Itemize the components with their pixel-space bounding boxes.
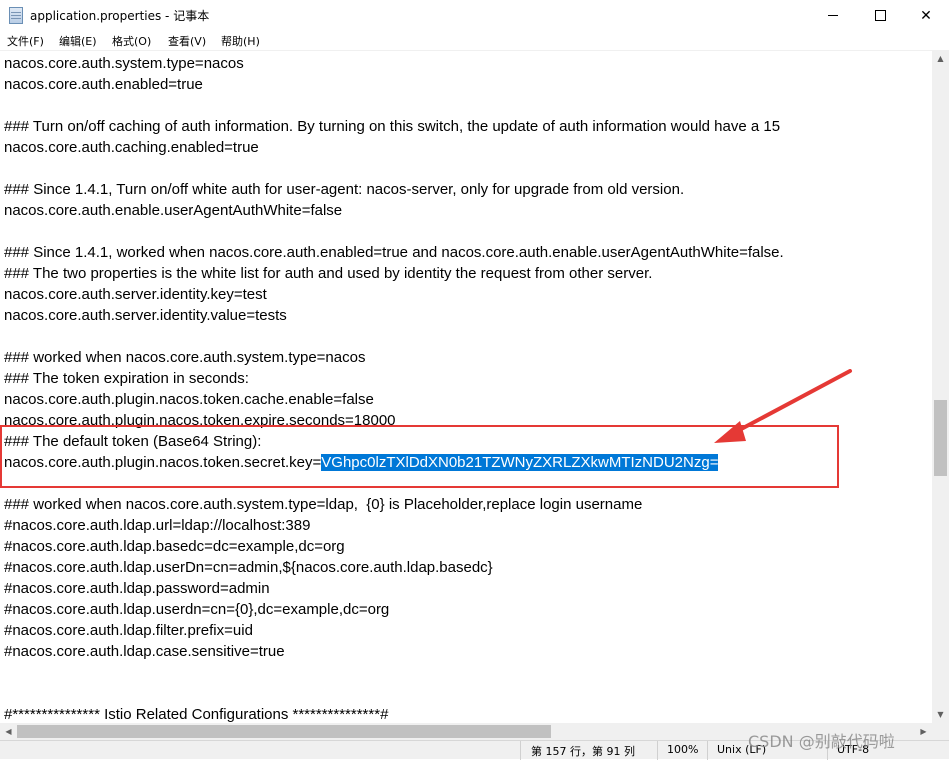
- text-line: ### worked when nacos.core.auth.system.t…: [4, 349, 366, 366]
- menu-format[interactable]: 格式(O): [112, 33, 151, 49]
- scrollbar-corner: [932, 723, 949, 740]
- text-line: ### The token expiration in seconds:: [4, 370, 249, 387]
- status-divider: [707, 741, 708, 760]
- text-line: #*************** Istio Related Configura…: [4, 706, 389, 723]
- text-line: #nacos.core.auth.ldap.case.sensitive=tru…: [4, 643, 285, 660]
- text-line: ### The two properties is the white list…: [4, 265, 653, 282]
- csdn-watermark: CSDN @别敲代码啦: [748, 732, 895, 751]
- text-line: ### Since 1.4.1, worked when nacos.core.…: [4, 244, 784, 261]
- maximize-icon: [874, 10, 886, 21]
- text-line: nacos.core.auth.server.identity.key=test: [4, 286, 267, 303]
- notepad-icon: [9, 7, 23, 24]
- menu-view[interactable]: 查看(V): [168, 33, 206, 49]
- title-bar: application.properties - 记事本 ✕: [0, 0, 949, 31]
- text-line: nacos.core.auth.server.identity.value=te…: [4, 307, 287, 324]
- menu-bar: 文件(F) 编辑(E) 格式(O) 查看(V) 帮助(H): [0, 31, 949, 50]
- window-title: application.properties - 记事本: [30, 9, 210, 23]
- status-divider: [520, 741, 521, 760]
- vertical-scroll-thumb[interactable]: [934, 400, 947, 476]
- text-line: #nacos.core.auth.ldap.userDn=cn=admin,${…: [4, 559, 493, 576]
- text-line: ### Turn on/off caching of auth informat…: [4, 118, 781, 135]
- maximize-button[interactable]: [857, 0, 903, 31]
- text-line: #nacos.core.auth.ldap.filter.prefix=uid: [4, 622, 253, 639]
- text-line: ### Since 1.4.1, Turn on/off white auth …: [4, 181, 685, 198]
- close-icon: ✕: [920, 7, 932, 24]
- text-line: nacos.core.auth.plugin.nacos.token.cache…: [4, 391, 374, 408]
- text-line: nacos.core.auth.enable.userAgentAuthWhit…: [4, 202, 343, 219]
- minimize-icon: [828, 15, 838, 16]
- vertical-scrollbar[interactable]: ▲ ▼: [932, 50, 949, 723]
- text-line: nacos.core.auth.system.type=nacos: [4, 55, 244, 72]
- scroll-left-icon[interactable]: ◀: [0, 723, 17, 740]
- menu-help[interactable]: 帮助(H): [221, 33, 260, 49]
- horizontal-scroll-thumb[interactable]: [17, 725, 551, 738]
- close-button[interactable]: ✕: [903, 0, 949, 31]
- text-line: ### worked when nacos.core.auth.system.t…: [4, 496, 643, 513]
- status-divider: [657, 741, 658, 760]
- menu-edit[interactable]: 编辑(E): [59, 33, 97, 49]
- scroll-right-icon[interactable]: ▶: [915, 723, 932, 740]
- text-line: nacos.core.auth.caching.enabled=true: [4, 139, 259, 156]
- menu-file[interactable]: 文件(F): [7, 33, 44, 49]
- scroll-down-icon[interactable]: ▼: [932, 706, 949, 723]
- cursor-position: 第 157 行，第 91 列: [531, 745, 635, 758]
- text-line: #nacos.core.auth.ldap.url=ldap://localho…: [4, 517, 311, 534]
- text-editor[interactable]: nacos.core.auth.system.type=nacos nacos.…: [0, 50, 932, 724]
- text-line: #nacos.core.auth.ldap.userdn=cn={0},dc=e…: [4, 601, 390, 618]
- annotation-arrow-icon: [714, 369, 852, 443]
- zoom-level: 100%: [667, 743, 699, 756]
- text-line: #nacos.core.auth.ldap.password=admin: [4, 580, 270, 597]
- text-line: #nacos.core.auth.ldap.basedc=dc=example,…: [4, 538, 345, 555]
- minimize-button[interactable]: [810, 0, 856, 31]
- text-line: nacos.core.auth.enabled=true: [4, 76, 203, 93]
- scroll-up-icon[interactable]: ▲: [932, 50, 949, 67]
